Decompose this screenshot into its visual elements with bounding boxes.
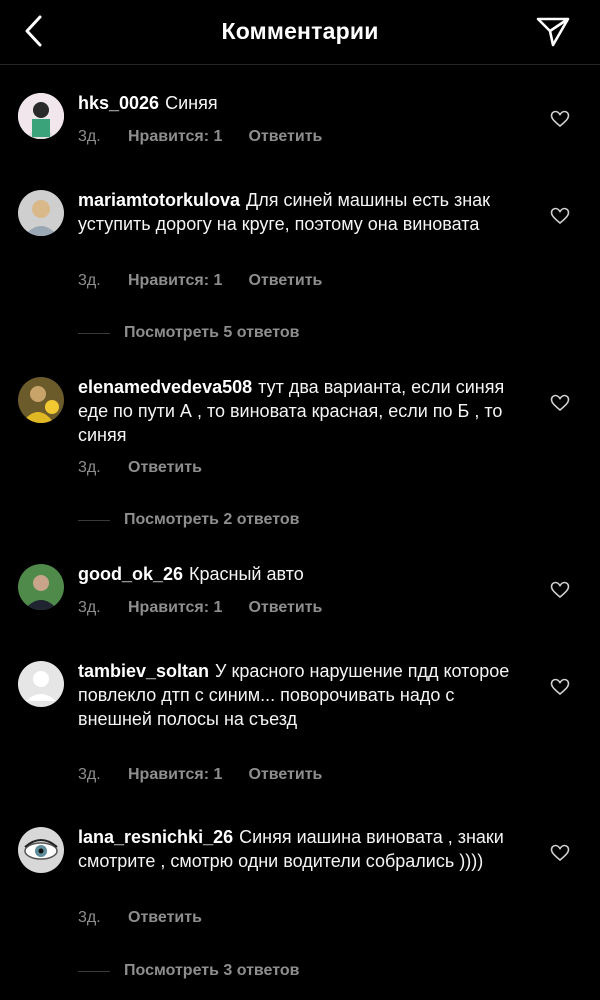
comment-username[interactable]: elenamedvedeva508 bbox=[78, 377, 252, 397]
view-replies-label: Посмотреть 3 ответов bbox=[124, 962, 300, 979]
divider bbox=[78, 519, 110, 521]
comment-username[interactable]: mariamtotorkulova bbox=[78, 190, 240, 210]
comment-text: Синяя bbox=[165, 93, 218, 113]
send-icon[interactable] bbox=[535, 14, 571, 48]
comment-time: 3д. bbox=[78, 909, 101, 926]
avatar[interactable] bbox=[18, 827, 64, 873]
reply-button[interactable]: Ответить bbox=[248, 128, 322, 146]
reply-button[interactable]: Ответить bbox=[248, 272, 322, 290]
avatar[interactable] bbox=[18, 93, 64, 139]
comment-meta: 3д. Нравится: 1 Ответить bbox=[78, 272, 322, 290]
comment-meta: 3д. Нравится: 1 Ответить bbox=[78, 599, 322, 617]
divider bbox=[78, 332, 110, 334]
heart-icon[interactable] bbox=[550, 110, 570, 128]
reply-button[interactable]: Ответить bbox=[248, 599, 322, 617]
divider bbox=[78, 970, 110, 972]
comment-meta: 3д. Нравится: 1 Ответить bbox=[78, 128, 322, 146]
view-replies-label: Посмотреть 5 ответов bbox=[124, 324, 300, 341]
heart-icon[interactable] bbox=[550, 581, 570, 599]
comment-username[interactable]: lana_resnichki_26 bbox=[78, 827, 233, 847]
comment-time: 3д. bbox=[78, 766, 101, 783]
comment-time: 3д. bbox=[78, 128, 101, 145]
comment-likes[interactable]: Нравится: 1 bbox=[128, 599, 222, 617]
reply-button[interactable]: Ответить bbox=[128, 909, 202, 927]
comment-meta: 3д. Нравится: 1 Ответить bbox=[78, 766, 322, 784]
comment-meta: 3д. Ответить bbox=[78, 459, 202, 477]
comment-text: Красный авто bbox=[189, 564, 304, 584]
view-replies-button[interactable]: Посмотреть 5 ответов bbox=[78, 324, 299, 342]
avatar[interactable] bbox=[18, 377, 64, 423]
comment-meta: 3д. Ответить bbox=[78, 909, 202, 927]
header: Комментарии bbox=[0, 0, 600, 65]
heart-icon[interactable] bbox=[550, 394, 570, 412]
view-replies-label: Посмотреть 2 ответов bbox=[124, 511, 300, 528]
view-replies-button[interactable]: Посмотреть 3 ответов bbox=[78, 962, 299, 980]
comment-username[interactable]: hks_0026 bbox=[78, 93, 159, 113]
avatar[interactable] bbox=[18, 564, 64, 610]
comment-likes[interactable]: Нравится: 1 bbox=[128, 272, 222, 290]
avatar[interactable] bbox=[18, 190, 64, 236]
avatar[interactable] bbox=[18, 661, 64, 707]
comment-username[interactable]: good_ok_26 bbox=[78, 564, 183, 584]
comment-time: 3д. bbox=[78, 599, 101, 616]
comment-time: 3д. bbox=[78, 272, 101, 289]
page-title: Комментарии bbox=[221, 18, 379, 44]
heart-icon[interactable] bbox=[550, 844, 570, 862]
heart-icon[interactable] bbox=[550, 678, 570, 696]
heart-icon[interactable] bbox=[550, 207, 570, 225]
comment-likes[interactable]: Нравится: 1 bbox=[128, 766, 222, 784]
reply-button[interactable]: Ответить bbox=[248, 766, 322, 784]
reply-button[interactable]: Ответить bbox=[128, 459, 202, 477]
comment-likes[interactable]: Нравится: 1 bbox=[128, 128, 222, 146]
view-replies-button[interactable]: Посмотреть 2 ответов bbox=[78, 511, 299, 529]
comment-username[interactable]: tambiev_soltan bbox=[78, 661, 209, 681]
comment-time: 3д. bbox=[78, 459, 101, 476]
